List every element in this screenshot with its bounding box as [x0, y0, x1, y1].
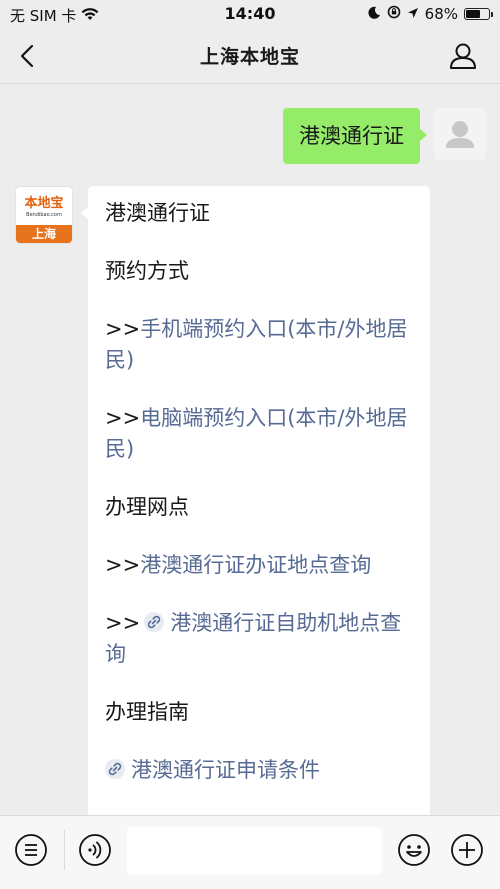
- wifi-icon: [81, 7, 99, 25]
- machine-lookup-link-row[interactable]: >> 港澳通行证自助机地点查询: [105, 608, 414, 670]
- divider: [64, 830, 65, 870]
- mobile-booking-link[interactable]: 手机端预约入口(本市/外地居民): [105, 317, 407, 372]
- nav-bar: 上海本地宝: [0, 28, 500, 84]
- status-right: 68%: [368, 5, 493, 23]
- user-avatar[interactable]: [434, 108, 486, 160]
- pc-booking-link-row[interactable]: >>电脑端预约入口(本市/外地居民): [105, 403, 414, 465]
- outgoing-message-bubble[interactable]: 港澳通行证: [283, 108, 427, 164]
- menu-button[interactable]: [14, 833, 48, 867]
- battery-level: [466, 10, 480, 18]
- battery-icon: [464, 8, 493, 20]
- office-lookup-link[interactable]: 港澳通行证办证地点查询: [140, 553, 371, 577]
- user-icon: [450, 43, 476, 69]
- conditions-link[interactable]: 港澳通行证申请条件: [131, 758, 320, 782]
- rotation-lock-icon: [387, 5, 401, 23]
- bot-avatar-brand: 本地宝: [24, 196, 64, 211]
- conditions-link-row[interactable]: 港澳通行证申请条件: [105, 755, 414, 786]
- more-button[interactable]: [450, 833, 484, 867]
- voice-icon: [79, 834, 111, 866]
- carrier-text: 无 SIM 卡: [10, 7, 77, 25]
- chevron-left-icon: [20, 44, 34, 68]
- status-bar: 无 SIM 卡 14:40 68%: [0, 0, 500, 28]
- link-prefix: >>: [105, 406, 141, 430]
- status-left: 无 SIM 卡: [10, 5, 99, 26]
- outgoing-message-text: 港澳通行证: [299, 124, 404, 148]
- link-icon: [105, 759, 125, 779]
- bot-avatar-url: Bendibao.com: [26, 212, 62, 218]
- link-prefix: >>: [105, 553, 141, 577]
- page-title: 上海本地宝: [199, 46, 300, 68]
- mobile-booking-link-row[interactable]: >>手机端预约入口(本市/外地居民): [105, 314, 414, 376]
- moon-icon: [368, 5, 381, 23]
- link-prefix: >>: [105, 611, 141, 635]
- bot-avatar-city: 上海: [16, 225, 72, 243]
- link-prefix: >>: [105, 317, 141, 341]
- plus-icon: [451, 834, 483, 866]
- voice-button[interactable]: [78, 833, 112, 867]
- message-input[interactable]: [127, 827, 382, 875]
- profile-button[interactable]: [448, 40, 478, 72]
- incoming-message-bubble: 港澳通行证 预约方式 >>手机端预约入口(本市/外地居民) >>电脑端预约入口(…: [81, 186, 430, 836]
- back-button[interactable]: [14, 40, 44, 72]
- input-bar: [0, 815, 500, 889]
- bot-avatar-logo: 本地宝 Bendibao.com: [16, 187, 72, 225]
- pc-booking-link[interactable]: 电脑端预约入口(本市/外地居民): [105, 406, 407, 461]
- emoji-button[interactable]: [397, 833, 431, 867]
- location-arrow-icon: [407, 5, 419, 23]
- section-locations: 办理网点: [105, 495, 189, 519]
- emoji-icon: [398, 834, 430, 866]
- battery-percent: 68%: [424, 5, 458, 23]
- section-guide: 办理指南: [105, 700, 189, 724]
- office-lookup-link-row[interactable]: >>港澳通行证办证地点查询: [105, 550, 414, 581]
- message-heading: 港澳通行证: [105, 201, 210, 225]
- menu-list-icon: [15, 834, 47, 866]
- section-booking: 预约方式: [105, 259, 189, 283]
- default-avatar-icon: [446, 121, 474, 148]
- bot-avatar[interactable]: 本地宝 Bendibao.com 上海: [16, 187, 72, 243]
- outgoing-message-row: 港澳通行证: [283, 108, 486, 164]
- link-icon: [144, 612, 165, 632]
